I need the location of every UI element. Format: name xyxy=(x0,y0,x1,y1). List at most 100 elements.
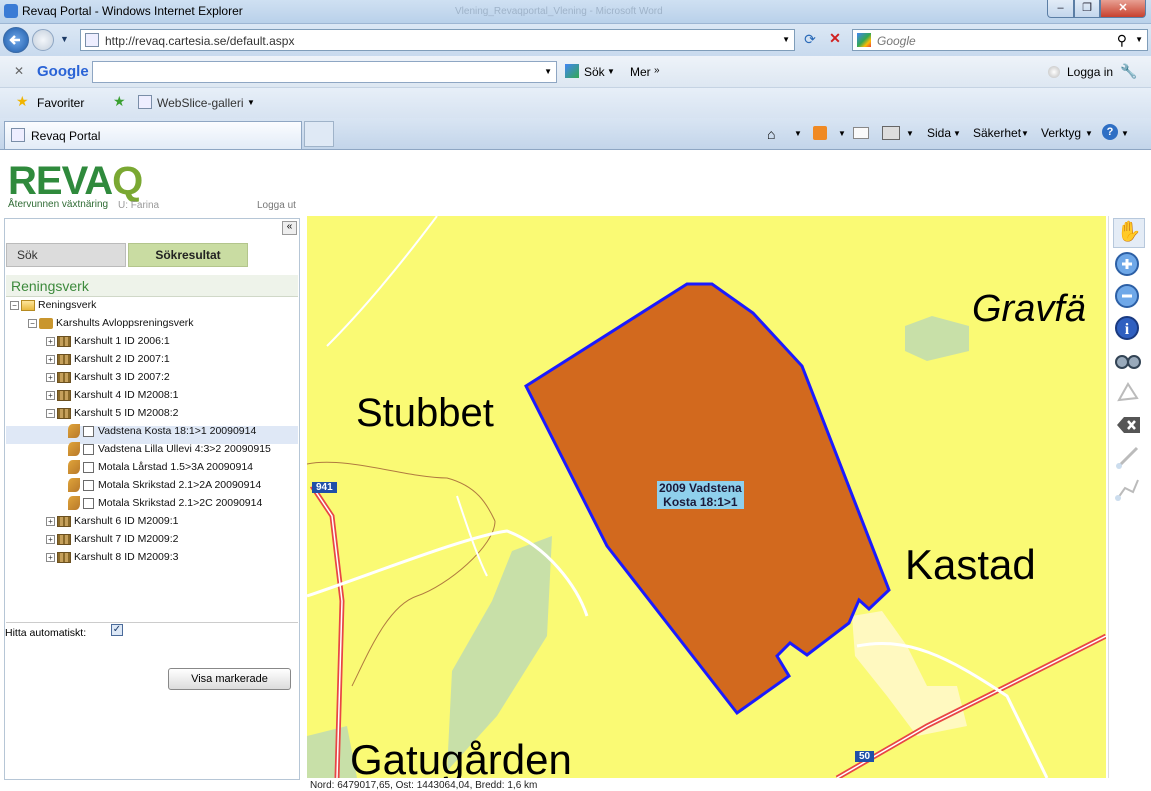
add-favorite-icon[interactable]: ★ xyxy=(113,93,126,110)
print-icon[interactable] xyxy=(882,126,900,140)
expand-icon[interactable]: + xyxy=(46,516,55,526)
measure-line-icon[interactable] xyxy=(1113,442,1145,472)
search-menu-dropdown-icon[interactable]: ▼ xyxy=(607,67,615,76)
more-button[interactable]: Mer xyxy=(630,65,651,79)
logout-link[interactable]: Logga ut xyxy=(257,200,296,211)
tree-node-field[interactable]: Motala Lårstad 1.5>3A 20090914 xyxy=(68,459,253,475)
tree-node-batch[interactable]: + Karshult 1 ID 2006:1 xyxy=(46,333,170,349)
google-toolbar-input[interactable]: ▼ xyxy=(92,61,557,83)
url-dropdown-icon[interactable]: ▼ xyxy=(782,35,790,44)
recent-pages-dropdown-icon[interactable]: ▼ xyxy=(60,34,69,44)
field-checkbox[interactable] xyxy=(83,425,94,437)
tree-node-plant[interactable]: − Karshults Avloppsreningsverk xyxy=(28,315,194,331)
show-selected-button[interactable]: Visa markerade xyxy=(168,668,291,690)
page-menu[interactable]: Sida xyxy=(927,126,951,140)
expand-icon[interactable]: + xyxy=(46,372,55,382)
collapse-icon[interactable]: − xyxy=(46,408,55,418)
tree-node-batch[interactable]: + Karshult 6 ID M2009:1 xyxy=(46,513,178,529)
close-button[interactable]: ✕ xyxy=(1100,0,1146,18)
info-icon[interactable]: i xyxy=(1113,314,1145,344)
select-polygon-icon[interactable] xyxy=(1113,378,1145,408)
tree-node-label: Karshult 6 ID M2009:1 xyxy=(74,515,179,527)
collapse-icon[interactable]: − xyxy=(10,300,19,310)
parcel-label[interactable]: 2009 Vadstena Kosta 18:1>1 xyxy=(657,481,744,509)
tree-node-label: Karshults Avloppsreningsverk xyxy=(56,317,194,329)
new-tab-button[interactable] xyxy=(304,121,334,147)
tree-node-batch[interactable]: + Karshult 7 ID M2009:2 xyxy=(46,531,178,547)
security-menu[interactable]: Säkerhet xyxy=(973,126,1021,140)
zoom-out-icon[interactable] xyxy=(1113,282,1145,312)
google-input-dropdown-icon[interactable]: ▼ xyxy=(544,67,552,76)
grid-icon xyxy=(57,335,71,347)
webslice-dropdown-icon[interactable]: ▼ xyxy=(247,98,255,107)
close-toolbar-icon[interactable]: ✕ xyxy=(14,64,24,78)
forward-button[interactable] xyxy=(32,29,54,51)
expand-icon[interactable]: + xyxy=(46,390,55,400)
help-dropdown-icon[interactable]: ▼ xyxy=(1121,129,1129,138)
print-dropdown-icon[interactable]: ▼ xyxy=(906,129,914,138)
expand-icon[interactable]: + xyxy=(46,336,55,346)
minimize-button[interactable]: – xyxy=(1047,0,1074,18)
measure-area-icon[interactable] xyxy=(1113,474,1145,504)
grid-icon xyxy=(57,407,71,419)
tab-revaq-portal[interactable]: Revaq Portal xyxy=(4,121,302,149)
back-arrow-icon xyxy=(9,35,20,45)
field-checkbox[interactable] xyxy=(83,479,94,491)
map-canvas[interactable]: Stubbet Kastad Gatugården Gravfä 2009 Va… xyxy=(307,216,1106,778)
tree-node-batch[interactable]: + Karshult 3 ID 2007:2 xyxy=(46,369,170,385)
field-checkbox[interactable] xyxy=(83,443,94,455)
tree-node-field[interactable]: Vadstena Kosta 18:1>1 20090914 xyxy=(68,423,256,439)
restore-button[interactable]: ❐ xyxy=(1074,0,1100,18)
wheat-icon xyxy=(68,424,80,439)
tree-node-label: Karshult 2 ID 2007:1 xyxy=(74,353,170,365)
feeds-icon[interactable] xyxy=(813,126,827,140)
page-menu-dropdown-icon: ▼ xyxy=(953,129,961,138)
wrench-icon[interactable]: 🔧 xyxy=(1120,63,1137,80)
zoom-in-icon[interactable] xyxy=(1113,250,1145,280)
grid-icon xyxy=(57,389,71,401)
wheat-icon xyxy=(68,460,80,475)
help-icon[interactable]: ? xyxy=(1102,124,1118,140)
grid-icon xyxy=(57,533,71,545)
address-field[interactable]: http://revaq.cartesia.se/default.aspx ▼ xyxy=(80,29,795,51)
field-checkbox[interactable] xyxy=(83,461,94,473)
binoculars-icon[interactable] xyxy=(1113,346,1145,376)
tree-node-label: Karshult 5 ID M2008:2 xyxy=(74,407,179,419)
tab-results[interactable]: Sökresultat xyxy=(128,243,248,267)
search-dropdown-icon[interactable]: ▼ xyxy=(1135,35,1143,44)
tree-node-root[interactable]: − Reningsverk xyxy=(10,297,96,313)
refresh-icon[interactable]: ⟳ xyxy=(799,31,821,49)
home-icon[interactable]: ⌂ xyxy=(767,126,775,142)
search-icon[interactable]: ⚲ xyxy=(1117,32,1127,49)
clear-icon[interactable] xyxy=(1113,410,1145,440)
tree-node-batch[interactable]: + Karshult 2 ID 2007:1 xyxy=(46,351,170,367)
favorites-button[interactable]: Favoriter xyxy=(37,96,84,110)
collapse-icon[interactable]: − xyxy=(28,318,37,328)
google-search-button[interactable]: Sök xyxy=(584,65,605,79)
login-link[interactable]: Logga in xyxy=(1067,65,1113,79)
tab-search[interactable]: Sök xyxy=(6,243,126,267)
tree-node-field[interactable]: Vadstena Lilla Ullevi 4:3>2 20090915 xyxy=(68,441,271,457)
home-dropdown-icon[interactable]: ▼ xyxy=(794,129,802,138)
grid-icon xyxy=(57,353,71,365)
pan-hand-icon[interactable]: ✋ xyxy=(1113,218,1145,248)
collapse-panel-button[interactable]: « xyxy=(282,221,297,235)
search-box[interactable]: Google ⚲ ▼ xyxy=(852,29,1148,51)
tree-node-batch[interactable]: − Karshult 5 ID M2008:2 xyxy=(46,405,178,421)
expand-icon[interactable]: + xyxy=(46,534,55,544)
webslice-gallery-link[interactable]: WebSlice-galleri xyxy=(157,96,243,110)
window-title: Revaq Portal - Windows Internet Explorer xyxy=(22,4,243,18)
tree-node-batch[interactable]: + Karshult 8 ID M2009:3 xyxy=(46,549,178,565)
tree-node-field[interactable]: Motala Skrikstad 2.1>2C 20090914 xyxy=(68,495,262,511)
expand-icon[interactable]: + xyxy=(46,354,55,364)
tree-node-batch[interactable]: + Karshult 4 ID M2008:1 xyxy=(46,387,178,403)
mail-icon[interactable] xyxy=(853,127,869,139)
tree-node-field[interactable]: Motala Skrikstad 2.1>2A 20090914 xyxy=(68,477,261,493)
feeds-dropdown-icon[interactable]: ▼ xyxy=(838,129,846,138)
auto-find-checkbox[interactable]: ✓ xyxy=(111,624,123,636)
back-button[interactable] xyxy=(3,27,29,53)
stop-icon[interactable]: ✕ xyxy=(824,30,846,48)
field-checkbox[interactable] xyxy=(83,497,94,509)
tools-menu[interactable]: Verktyg xyxy=(1041,126,1081,140)
expand-icon[interactable]: + xyxy=(46,552,55,562)
